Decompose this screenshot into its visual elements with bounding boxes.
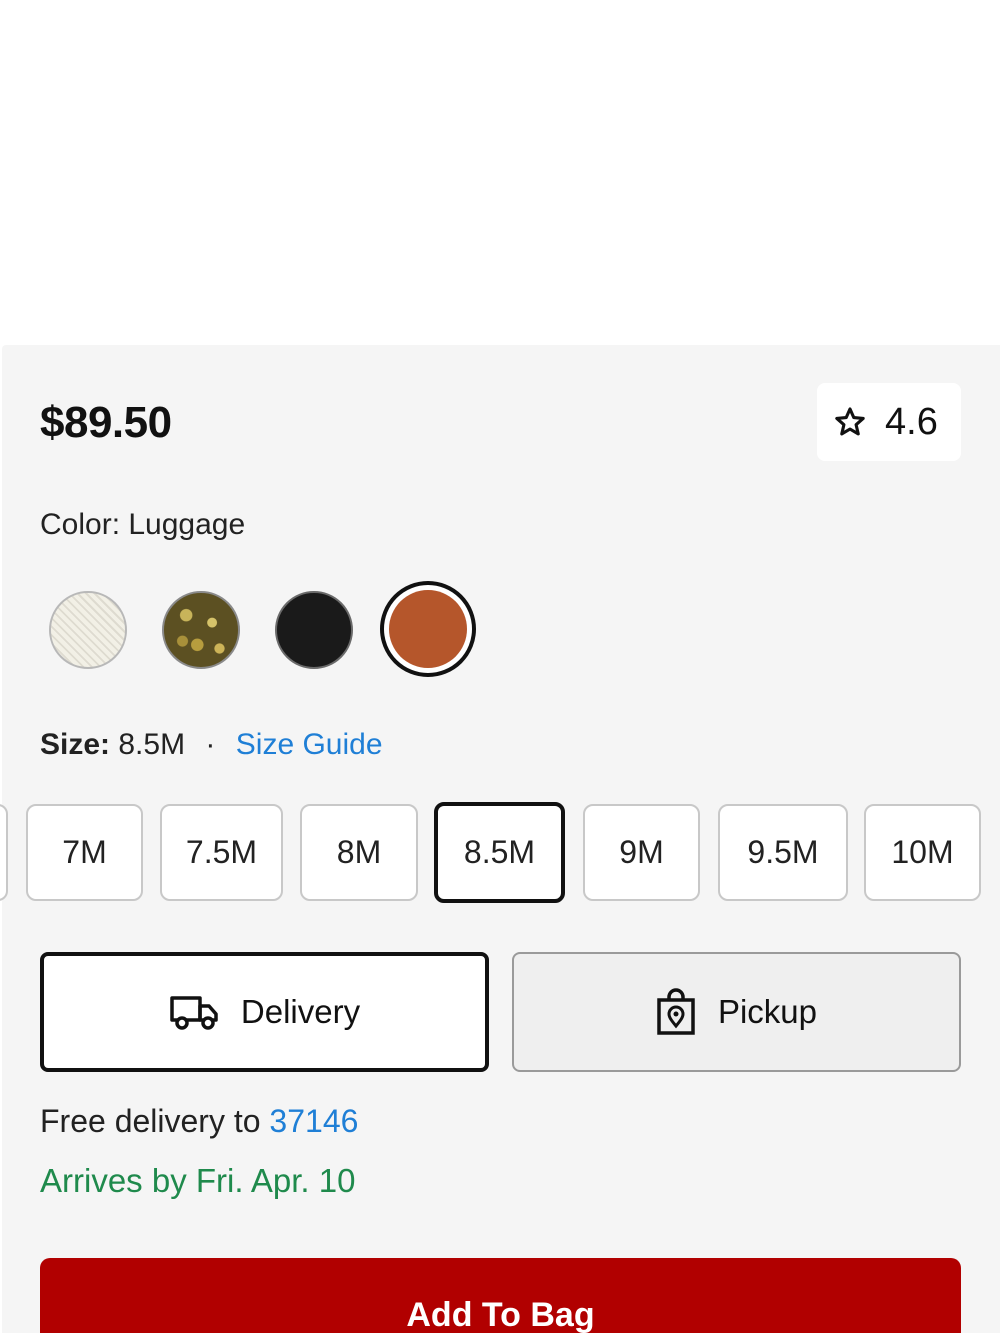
product-image-area [0, 0, 1000, 345]
size-label-row: Size: 8.5M · Size Guide [40, 728, 383, 762]
swatch-fill [389, 590, 467, 668]
size-key: Size: [40, 728, 111, 761]
size-option[interactable]: 10M [864, 804, 981, 901]
pickup-option-button[interactable]: Pickup [512, 952, 961, 1072]
size-option[interactable]: 7.5M [160, 804, 283, 901]
arrival-estimate: Arrives by Fri. Apr. 10 [40, 1162, 356, 1199]
color-label: Color: Luggage [40, 508, 246, 541]
delivery-label: Delivery [240, 993, 361, 1030]
color-swatch-cream[interactable] [49, 591, 127, 669]
size-option[interactable]: 8M [300, 804, 418, 901]
pickup-label: Pickup [717, 993, 818, 1030]
free-delivery-text: Free delivery to [40, 1103, 261, 1139]
separator-dot: · [205, 728, 216, 761]
size-option-selected[interactable]: 8.5M [434, 802, 565, 903]
zip-code-link[interactable]: 37146 [269, 1103, 358, 1139]
add-to-bag-label: Add To Bag [406, 1296, 595, 1333]
truck-icon [169, 994, 219, 1030]
color-swatch-black[interactable] [275, 591, 353, 669]
rating-badge[interactable]: 4.6 [817, 383, 961, 461]
size-option[interactable]: 9.5M [718, 804, 848, 901]
delivery-option-button[interactable]: Delivery [40, 952, 489, 1072]
color-swatch-gold[interactable] [162, 591, 240, 669]
add-to-bag-button[interactable]: Add To Bag [40, 1258, 961, 1333]
free-delivery-line: Free delivery to 37146 [40, 1103, 358, 1140]
product-price: $89.50 [40, 398, 172, 447]
size-value: 8.5M [118, 728, 186, 761]
size-guide-link[interactable]: Size Guide [236, 728, 383, 761]
color-swatch-luggage-selected[interactable] [380, 581, 476, 677]
star-icon [833, 405, 867, 439]
rating-value: 4.6 [885, 400, 938, 443]
shopping-bag-pin-icon [656, 988, 696, 1036]
size-option-partial[interactable] [0, 804, 8, 901]
size-option[interactable]: 7M [26, 804, 143, 901]
size-option[interactable]: 9M [583, 804, 700, 901]
